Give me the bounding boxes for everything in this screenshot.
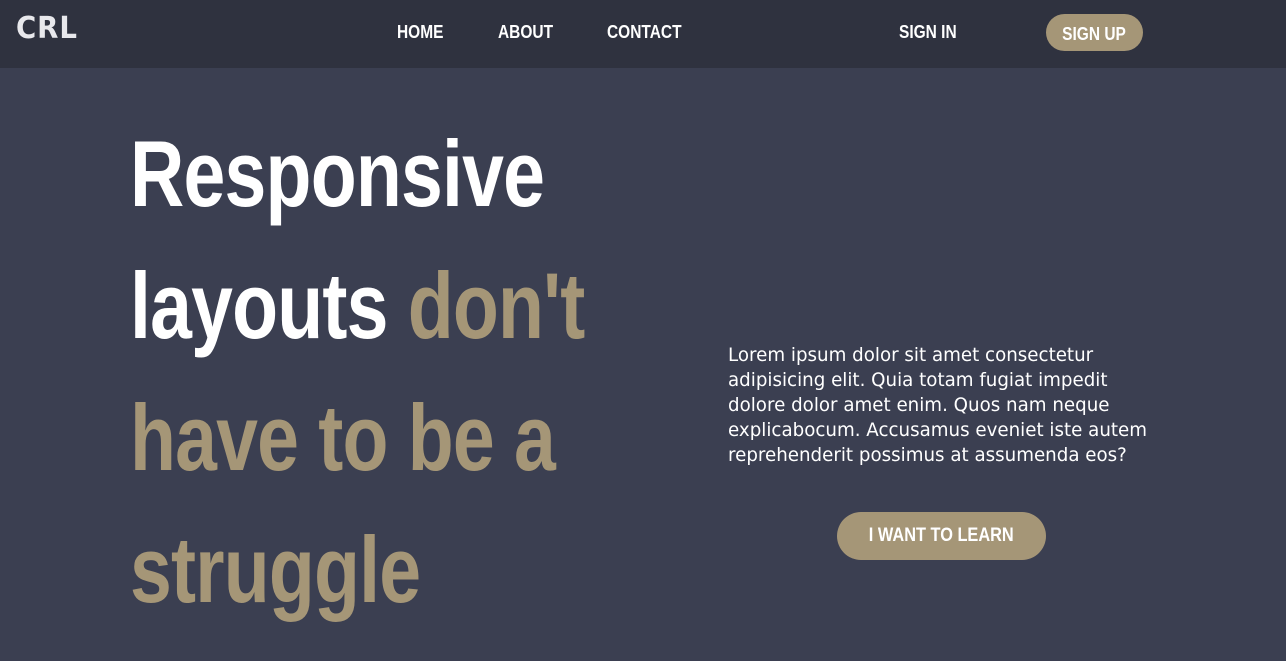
headline-line-3: have to be a <box>130 385 556 490</box>
sign-up-label: SIGN UP <box>1062 24 1127 44</box>
learn-button-label: I WANT TO LEARN <box>869 525 1014 546</box>
learn-button[interactable]: I WANT TO LEARN <box>837 512 1046 560</box>
nav-link-about[interactable]: ABOUT <box>498 20 553 44</box>
headline-line-4: struggle <box>130 517 421 622</box>
logo[interactable]: CRL <box>16 12 78 46</box>
hero-headline: Responsive layouts don't have to be a st… <box>130 108 650 636</box>
headline-line-2: layouts don't <box>130 240 585 372</box>
nav-link-contact[interactable]: CONTACT <box>607 20 682 44</box>
hero-description: Lorem ipsum dolor sit amet consectetur a… <box>728 344 1148 466</box>
sign-in-link[interactable]: SIGN IN <box>899 20 957 44</box>
headline-line-1: Responsive <box>130 121 545 226</box>
sign-up-button[interactable]: SIGN UP <box>1046 14 1143 51</box>
nav-link-home[interactable]: HOME <box>397 20 443 44</box>
site-header: CRL HOME ABOUT CONTACT SIGN IN SIGN UP <box>0 0 1286 68</box>
headline-line-2-gold: don't <box>407 253 586 358</box>
headline-line-2-white: layouts <box>130 253 388 358</box>
